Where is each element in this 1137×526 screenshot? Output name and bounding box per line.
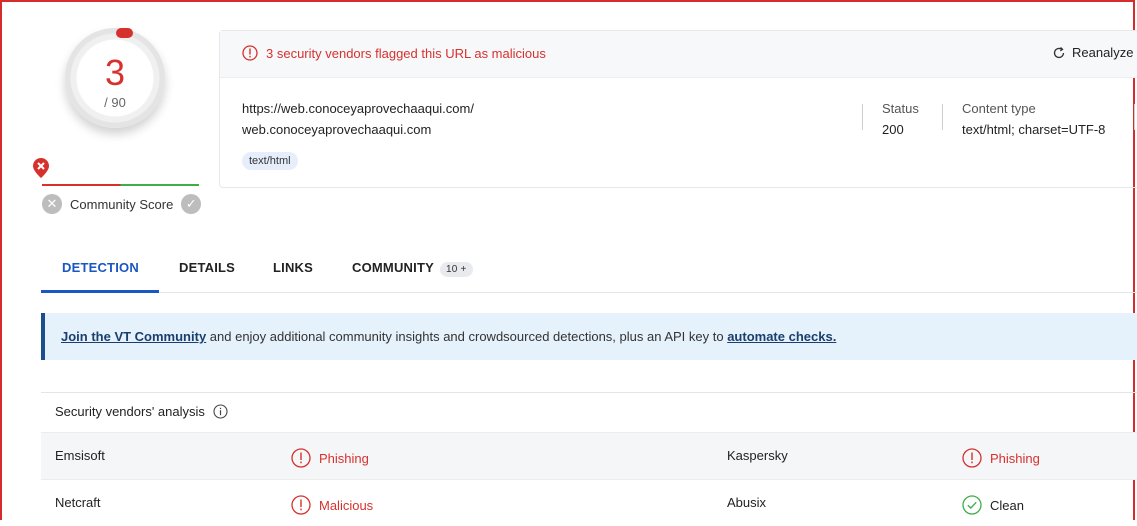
detection-score-value: 3 xyxy=(104,52,126,93)
vendor-name: Emsisoft xyxy=(55,448,105,463)
automate-checks-link[interactable]: automate checks. xyxy=(727,329,836,344)
vote-malicious-icon[interactable]: ✕ xyxy=(42,194,62,214)
check-circle-icon xyxy=(962,495,982,515)
alert-icon xyxy=(291,495,311,515)
malicious-alert: 3 security vendors flagged this URL as m… xyxy=(242,45,546,61)
community-score: ✕ Community Score ✓ xyxy=(42,193,202,215)
vendor-result: Phishing xyxy=(291,448,369,468)
url-domain[interactable]: web.conoceyaprovechaaqui.com xyxy=(242,122,431,137)
tab-community[interactable]: COMMUNITY 10 + xyxy=(352,260,473,277)
table-row: Netcraft Malicious Abusix Clean xyxy=(41,479,1137,526)
vendor-result-text: Malicious xyxy=(319,497,374,513)
vendor-name: Kaspersky xyxy=(727,448,788,463)
community-banner: Join the VT Community and enjoy addition… xyxy=(41,313,1137,360)
alert-text: 3 security vendors flagged this URL as m… xyxy=(266,45,546,61)
detection-score-total: / 90 xyxy=(104,95,126,110)
content-type-label: Content type xyxy=(962,101,1036,116)
tab-detection[interactable]: DETECTION xyxy=(62,260,139,275)
tab-details[interactable]: DETAILS xyxy=(179,260,235,275)
join-community-link[interactable]: Join the VT Community xyxy=(61,329,206,344)
info-icon[interactable] xyxy=(213,404,228,419)
active-tab-indicator xyxy=(41,290,159,293)
community-score-bar xyxy=(42,184,199,186)
status-value: 200 xyxy=(882,122,904,137)
vendor-result-text: Clean xyxy=(990,497,1024,513)
tab-links[interactable]: LINKS xyxy=(273,260,313,275)
vendor-result: Clean xyxy=(962,495,1024,515)
vendor-result: Phishing xyxy=(962,448,1040,468)
vendor-name: Abusix xyxy=(727,495,767,510)
content-type-value: text/html; charset=UTF-8 xyxy=(962,122,1106,137)
url-full[interactable]: https://web.conoceyaprovechaaqui.com/ xyxy=(242,101,474,116)
alert-icon xyxy=(291,448,311,468)
alert-icon xyxy=(242,45,258,61)
table-row: Emsisoft Phishing Kaspersky Phishing xyxy=(41,432,1137,479)
vendors-section-header: Security vendors' analysis xyxy=(41,392,1137,429)
vendors-title: Security vendors' analysis xyxy=(55,404,228,419)
reanalyze-button[interactable]: Reanalyze xyxy=(1052,45,1133,60)
community-score-label: Community Score xyxy=(70,196,174,212)
gauge-progress-mark xyxy=(116,28,133,38)
banner-middle-text: and enjoy additional community insights … xyxy=(206,329,728,344)
vendor-result: Malicious xyxy=(291,495,373,515)
main-tabs: DETECTION DETAILS LINKS COMMUNITY 10 + xyxy=(41,252,1137,293)
meta-divider xyxy=(1134,104,1135,130)
community-count-badge: 10 + xyxy=(439,262,473,277)
malicious-marker-icon xyxy=(33,158,49,178)
meta-divider xyxy=(862,104,863,130)
banner-text: Join the VT Community and enjoy addition… xyxy=(61,329,836,344)
tab-community-label: COMMUNITY xyxy=(352,260,434,275)
meta-divider xyxy=(942,104,943,130)
content-tag[interactable]: text/html xyxy=(242,152,298,170)
url-summary-card: 3 security vendors flagged this URL as m… xyxy=(219,30,1137,188)
vendors-title-text: Security vendors' analysis xyxy=(55,404,205,419)
vendor-result-text: Phishing xyxy=(990,450,1040,466)
vendor-name: Netcraft xyxy=(55,495,101,510)
card-header: 3 security vendors flagged this URL as m… xyxy=(220,31,1137,78)
refresh-icon xyxy=(1053,46,1065,58)
status-label: Status xyxy=(882,101,919,116)
vote-harmless-icon[interactable]: ✓ xyxy=(181,194,202,214)
alert-icon xyxy=(962,448,982,468)
reanalyze-label: Reanalyze xyxy=(1072,45,1134,60)
vendor-result-text: Phishing xyxy=(319,450,369,466)
